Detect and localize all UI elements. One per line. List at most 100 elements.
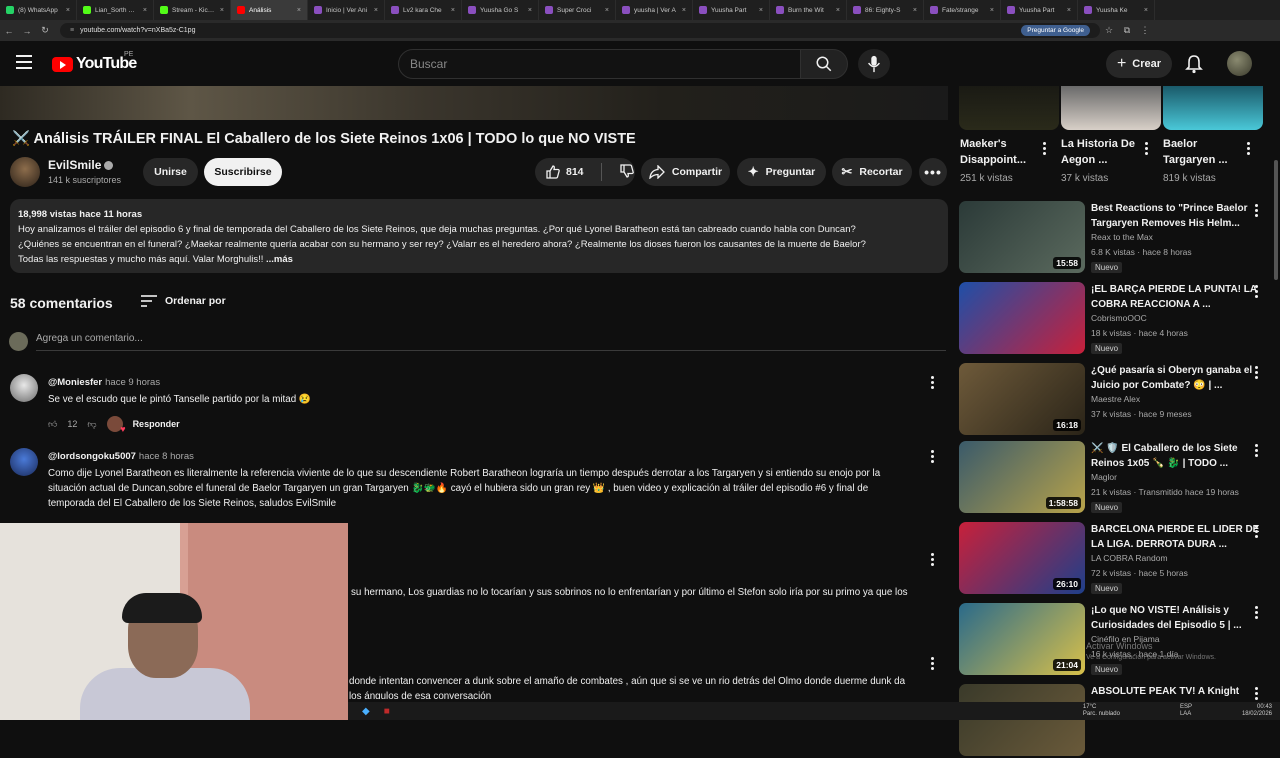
video-title[interactable]: ⚔️ 🛡️ El Caballero de los Siete Reinos 1… (1091, 441, 1261, 471)
language-indicator[interactable]: ESP LAA (1180, 704, 1192, 718)
top-video-title[interactable]: La Historia De Aegon ... (1061, 136, 1141, 168)
ask-button[interactable]: ✦ Preguntar (737, 158, 826, 186)
more-icon[interactable] (1250, 204, 1262, 217)
comment-more-icon[interactable] (926, 657, 938, 670)
top-thumbnail[interactable] (959, 86, 1059, 130)
more-icon[interactable] (1250, 444, 1262, 457)
search-input[interactable]: Buscar (398, 49, 802, 79)
channel-name[interactable]: Maestre Alex (1091, 394, 1140, 404)
browser-tab[interactable]: yuusha | Ver A × (616, 0, 693, 20)
tab-close-icon[interactable]: × (605, 7, 609, 14)
more-icon[interactable] (1250, 285, 1262, 298)
search-button[interactable] (800, 49, 848, 79)
browser-tab[interactable]: Yuusha Ke × (1078, 0, 1155, 20)
subscribe-button[interactable]: Suscribirse (204, 158, 282, 186)
browser-tab[interactable]: Super Croci × (539, 0, 616, 20)
more-actions-button[interactable]: ••• (919, 158, 947, 186)
clock[interactable]: 00:43 18/02/2026 (1242, 704, 1272, 718)
tab-close-icon[interactable]: × (297, 7, 301, 14)
comment-author[interactable]: @lordsongoku5007 hace 8 horas (48, 451, 194, 462)
video-title[interactable]: Best Reactions to "Prince Baelor Targary… (1091, 201, 1261, 231)
video-description[interactable]: 18,998 vistas hace 11 horas Hoy analizam… (10, 199, 948, 273)
channel-name[interactable]: Maglor (1091, 472, 1117, 482)
browser-tab[interactable]: Yuusha Part × (693, 0, 770, 20)
recommended-video[interactable]: 15:58 Best Reactions to "Prince Baelor Ta… (958, 201, 1276, 275)
browser-tab[interactable]: Fate/strange × (924, 0, 1001, 20)
more-icon[interactable] (1250, 525, 1262, 538)
video-thumbnail[interactable]: 1:58:58 (959, 441, 1085, 513)
star-icon[interactable]: ☆ (1100, 25, 1118, 36)
recommended-video[interactable]: ABSOLUTE PEAK TV! A Knight (958, 684, 1276, 758)
extensions-icon[interactable]: ⧉ (1118, 25, 1136, 36)
reload-icon[interactable]: ↻ (36, 25, 54, 36)
video-thumbnail[interactable] (959, 684, 1085, 756)
channel-name[interactable]: Reax to the Max (1091, 232, 1153, 242)
reply-button[interactable]: Responder (133, 419, 180, 429)
tab-close-icon[interactable]: × (759, 7, 763, 14)
browser-tab[interactable]: Lian_Sorth Stre × (77, 0, 154, 20)
comment-more-icon[interactable] (926, 376, 938, 389)
video-title[interactable]: ABSOLUTE PEAK TV! A Knight (1091, 684, 1261, 699)
tab-close-icon[interactable]: × (990, 7, 994, 14)
thumbs-down-icon[interactable]: 👎︎ (87, 419, 96, 430)
browser-tab[interactable]: 86: Eighty-S × (847, 0, 924, 20)
site-info-icon[interactable]: ≡ (70, 27, 74, 34)
show-more-link[interactable]: ...más (266, 254, 293, 265)
tab-close-icon[interactable]: × (682, 7, 686, 14)
top-video-title[interactable]: Baelor Targaryen ... (1163, 136, 1243, 168)
back-icon[interactable]: ← (0, 26, 18, 36)
browser-tab[interactable]: Burn the Wit × (770, 0, 847, 20)
video-thumbnail[interactable] (959, 282, 1085, 354)
ask-google-button[interactable]: Preguntar a Google (1021, 25, 1090, 36)
channel-name[interactable]: EvilSmile (48, 158, 114, 172)
browser-tab[interactable]: Análisis × (231, 0, 308, 20)
browser-tab[interactable]: Yuusha Go S × (462, 0, 539, 20)
app-taskbar-icon[interactable]: ■ (384, 706, 390, 717)
tab-close-icon[interactable]: × (1144, 7, 1148, 14)
comment-more-icon[interactable] (926, 450, 938, 463)
more-icon[interactable] (1038, 142, 1050, 155)
tab-close-icon[interactable]: × (528, 7, 532, 14)
more-icon[interactable] (1242, 142, 1254, 155)
add-comment-input[interactable]: Agrega un comentario... (36, 333, 946, 351)
video-thumbnail[interactable]: 15:58 (959, 201, 1085, 273)
more-icon[interactable] (1140, 142, 1152, 155)
voice-search-button[interactable] (858, 49, 890, 79)
tab-close-icon[interactable]: × (836, 7, 840, 14)
tab-close-icon[interactable]: × (66, 7, 70, 14)
like-button[interactable]: 814 (545, 164, 584, 180)
video-thumbnail[interactable]: 21:04 (959, 603, 1085, 675)
share-button[interactable]: Compartir (641, 158, 730, 186)
video-title[interactable]: ¡Lo que NO VISTE! Análisis y Curiosidade… (1091, 603, 1261, 633)
browser-tab[interactable]: Stream - Kick P × (154, 0, 231, 20)
video-title[interactable]: ¡EL BARÇA PIERDE LA PUNTA! LA COBRA REAC… (1091, 282, 1261, 312)
sort-comments-button[interactable]: Ordenar por (141, 295, 226, 307)
clip-button[interactable]: ✂ Recortar (832, 158, 912, 186)
tab-close-icon[interactable]: × (451, 7, 455, 14)
thumbs-up-icon[interactable]: 👍︎ (48, 419, 57, 430)
more-icon[interactable] (1250, 687, 1262, 700)
browser-tab[interactable]: (8) WhatsApp × (0, 0, 77, 20)
video-title[interactable]: ¿Qué pasaría si Oberyn ganaba el Juicio … (1091, 363, 1261, 393)
sidebar-scrollbar[interactable] (1274, 160, 1278, 280)
browser-tab[interactable]: Yuusha Part × (1001, 0, 1078, 20)
notifications-bell-icon[interactable] (1185, 54, 1203, 79)
browser-tab[interactable]: Inicio | Ver Ani × (308, 0, 385, 20)
tab-close-icon[interactable]: × (220, 7, 224, 14)
top-video-title[interactable]: Maeker's Disappoint... (960, 136, 1040, 168)
recommended-video[interactable]: 1:58:58 ⚔️ 🛡️ El Caballero de los Siete R… (958, 441, 1276, 515)
video-player[interactable] (0, 86, 948, 120)
recommended-video[interactable]: 26:10 BARCELONA PIERDE EL LIDER DE LA LIG… (958, 522, 1276, 596)
tab-close-icon[interactable]: × (143, 7, 147, 14)
top-thumbnail[interactable] (1061, 86, 1161, 130)
dislike-button[interactable] (619, 163, 635, 182)
comment-avatar[interactable] (10, 374, 38, 402)
youtube-logo[interactable]: YouTube PE (52, 51, 137, 73)
more-icon[interactable] (1250, 366, 1262, 379)
url-field[interactable]: ≡ youtube.com/watch?v=nXBa5z-C1pg Pregun… (60, 23, 1100, 38)
comment-more-icon[interactable] (926, 553, 938, 566)
top-thumbnail[interactable] (1163, 86, 1263, 130)
more-icon[interactable] (1250, 606, 1262, 619)
tab-close-icon[interactable]: × (374, 7, 378, 14)
weather-widget[interactable]: 17°C Parc. nublado (1083, 704, 1120, 718)
